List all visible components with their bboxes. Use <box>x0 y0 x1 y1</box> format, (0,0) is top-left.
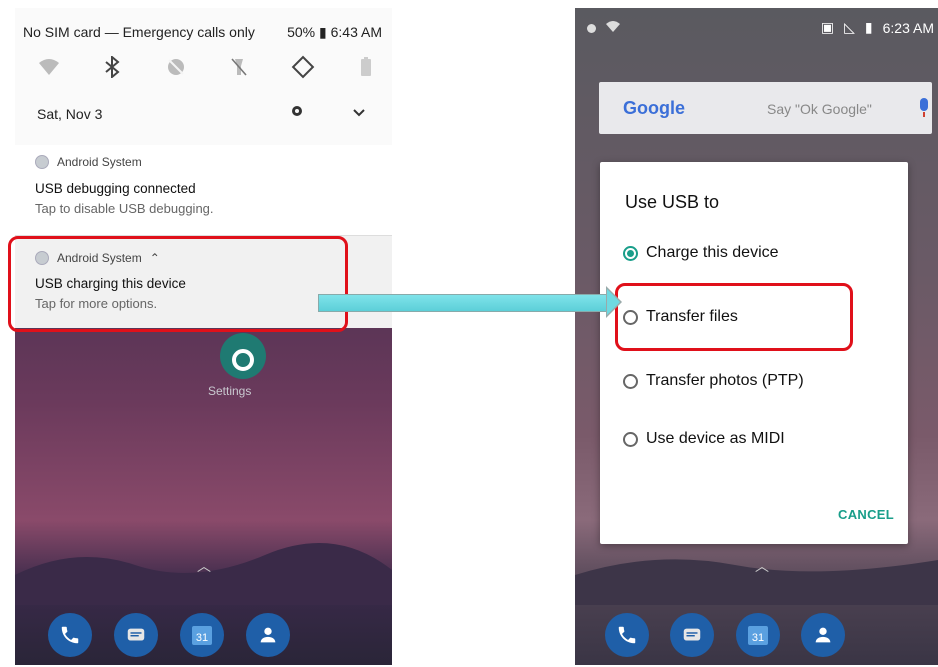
battery-icon: ▮ <box>864 19 873 35</box>
quick-settings-row <box>35 52 380 82</box>
dock: 31 <box>605 613 845 657</box>
option-midi[interactable]: Use device as MIDI <box>623 430 785 448</box>
calendar-app-icon[interactable]: 31 <box>735 613 780 657</box>
do-not-disturb-icon[interactable] <box>162 53 190 81</box>
notification-app-name: Android System <box>57 155 142 169</box>
wifi-icon <box>606 19 620 37</box>
chevron-down-icon[interactable] <box>353 105 365 123</box>
settings-app-icon[interactable] <box>220 333 266 379</box>
option-charge-device[interactable]: Charge this device <box>623 244 779 262</box>
mic-icon[interactable] <box>917 97 931 124</box>
auto-rotate-icon[interactable] <box>289 53 317 81</box>
notification-dot-icon <box>587 23 596 33</box>
notification-subtitle: Tap to disable USB debugging. <box>35 201 214 216</box>
app-drawer-chevron-icon[interactable]: ︿ <box>755 556 769 576</box>
radio-icon[interactable] <box>623 431 638 447</box>
calendar-day-label: 31 <box>196 632 208 644</box>
carrier-status: No SIM card — Emergency calls only <box>23 24 255 40</box>
status-indicators: 50% ▮ 6:43 AM <box>287 24 382 41</box>
dock: 31 <box>48 613 290 657</box>
google-logo: Google <box>623 98 685 118</box>
contacts-app-icon[interactable] <box>246 613 290 657</box>
option-label: Use device as MIDI <box>646 430 785 447</box>
option-label: Charge this device <box>646 244 779 261</box>
date-label: Sat, Nov 3 <box>37 106 103 122</box>
pointer-arrow-head-fill <box>607 289 620 315</box>
messages-app-icon[interactable] <box>114 613 158 657</box>
wifi-icon[interactable] <box>35 53 63 81</box>
status-right-icons: ▣ ◺ ▮ 6:23 AM <box>821 19 934 36</box>
calendar-day-label: 31 <box>752 632 764 644</box>
radio-selected-icon[interactable] <box>623 245 638 261</box>
battery-icon: ▮ <box>319 24 327 40</box>
usb-mode-dialog: Use USB to Charge this device Transfer f… <box>600 162 908 544</box>
notification-title: USB debugging connected <box>35 181 196 196</box>
messages-app-icon[interactable] <box>670 613 715 657</box>
google-search-bar[interactable]: Google Say "Ok Google" <box>599 82 932 134</box>
notification-app-line: Android System <box>35 155 142 169</box>
radio-icon[interactable] <box>623 373 638 389</box>
search-hint: Say "Ok Google" <box>767 101 872 117</box>
battery-percent: 50% <box>287 24 316 40</box>
pointer-arrow <box>318 294 612 312</box>
highlight-transfer-files-option <box>615 283 853 351</box>
battery-saver-icon[interactable] <box>352 53 380 81</box>
android-system-icon <box>35 155 49 169</box>
option-transfer-photos[interactable]: Transfer photos (PTP) <box>623 372 804 390</box>
notification-usb-debugging[interactable]: Android System USB debugging connected T… <box>15 145 392 236</box>
phone-app-icon[interactable] <box>48 613 92 657</box>
quick-settings-panel: No SIM card — Emergency calls only 50% ▮… <box>15 8 392 145</box>
status-left-icons <box>587 19 620 37</box>
gear-icon[interactable] <box>289 103 305 124</box>
option-label: Transfer photos (PTP) <box>646 372 804 389</box>
dialog-title: Use USB to <box>625 192 720 212</box>
app-drawer-chevron-icon[interactable]: ︿ <box>197 556 211 576</box>
cancel-button[interactable]: CANCEL <box>838 507 894 522</box>
left-phone-screen: Settings ︿ 31 No SIM card — Emergency ca… <box>15 8 392 665</box>
flashlight-icon[interactable] <box>225 53 253 81</box>
settings-app-label: Settings <box>208 384 252 398</box>
calendar-app-icon[interactable]: 31 <box>180 613 224 657</box>
contacts-app-icon[interactable] <box>800 613 845 657</box>
clock: 6:43 AM <box>330 24 382 40</box>
bluetooth-icon[interactable] <box>98 53 126 81</box>
clock: 6:23 AM <box>882 19 934 36</box>
vibrate-icon: ▣ <box>820 19 835 35</box>
phone-app-icon[interactable] <box>605 613 649 657</box>
highlight-usb-charging-notification <box>8 236 348 332</box>
no-signal-icon: ◺ <box>844 19 855 35</box>
